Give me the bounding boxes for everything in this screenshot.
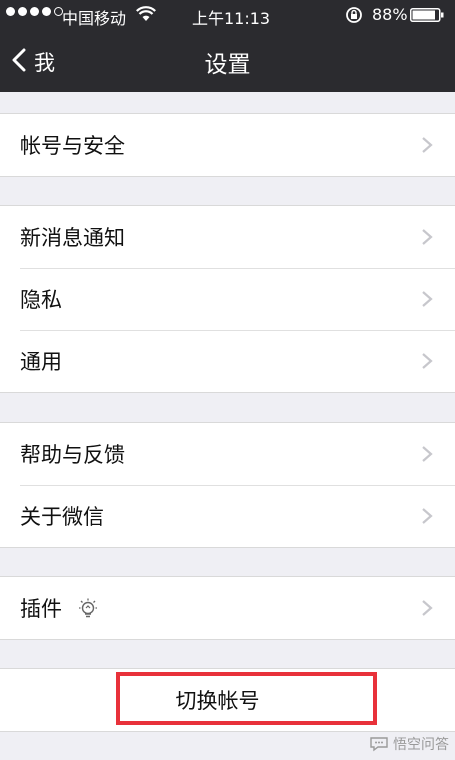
chevron-right-icon (422, 600, 433, 616)
battery-percent: 88% (372, 5, 408, 24)
settings-item-label: 新消息通知 (20, 226, 125, 250)
chevron-right-icon (422, 291, 433, 307)
settings-item-about-wechat[interactable]: 关于微信 (0, 485, 455, 547)
signal-strength-indicator (6, 7, 63, 16)
settings-group-account: 帐号与安全 (0, 113, 455, 177)
watermark-text: 悟空问答 (393, 737, 449, 753)
settings-item-label: 通用 (20, 350, 62, 374)
settings-group-help: 帮助与反馈 关于微信 (0, 422, 455, 548)
chevron-right-icon (422, 229, 433, 245)
speech-bubble-icon (370, 737, 388, 752)
carrier-name: 中国移动 (62, 9, 127, 28)
settings-item-privacy[interactable]: 隐私 (0, 268, 455, 330)
signal-dot (18, 7, 27, 16)
signal-dot (30, 7, 39, 16)
chevron-right-icon (422, 508, 433, 524)
top-bar: 中国移动 上午11:13 88% 我 设置 (0, 0, 455, 92)
navigation-bar: 我 设置 (0, 30, 455, 92)
highlight-box (116, 672, 377, 725)
settings-item-plugins[interactable]: 插件 (0, 577, 455, 639)
battery-icon (410, 8, 444, 22)
chevron-right-icon (422, 137, 433, 153)
chevron-right-icon (422, 446, 433, 462)
settings-group-general: 新消息通知 隐私 通用 (0, 205, 455, 393)
settings-item-new-message-notification[interactable]: 新消息通知 (0, 206, 455, 268)
settings-item-label: 帮助与反馈 (20, 443, 125, 467)
settings-item-label: 插件 (20, 597, 62, 621)
status-bar: 中国移动 上午11:13 88% (0, 0, 455, 30)
settings-item-label: 帐号与安全 (20, 134, 125, 158)
settings-item-label: 关于微信 (20, 505, 104, 529)
settings-item-account-security[interactable]: 帐号与安全 (0, 114, 455, 176)
chevron-right-icon (422, 353, 433, 369)
settings-item-help-feedback[interactable]: 帮助与反馈 (0, 423, 455, 485)
watermark: 悟空问答 (369, 734, 449, 754)
page-title: 设置 (204, 52, 251, 78)
signal-dot (42, 7, 51, 16)
lightbulb-icon (79, 598, 97, 618)
rotation-lock-icon (346, 7, 362, 23)
settings-item-label: 隐私 (20, 288, 62, 312)
wifi-icon (136, 6, 156, 21)
settings-item-general[interactable]: 通用 (0, 330, 455, 392)
settings-group-plugins: 插件 (0, 576, 455, 640)
signal-dot (6, 7, 15, 16)
status-time: 上午11:13 (192, 9, 271, 28)
